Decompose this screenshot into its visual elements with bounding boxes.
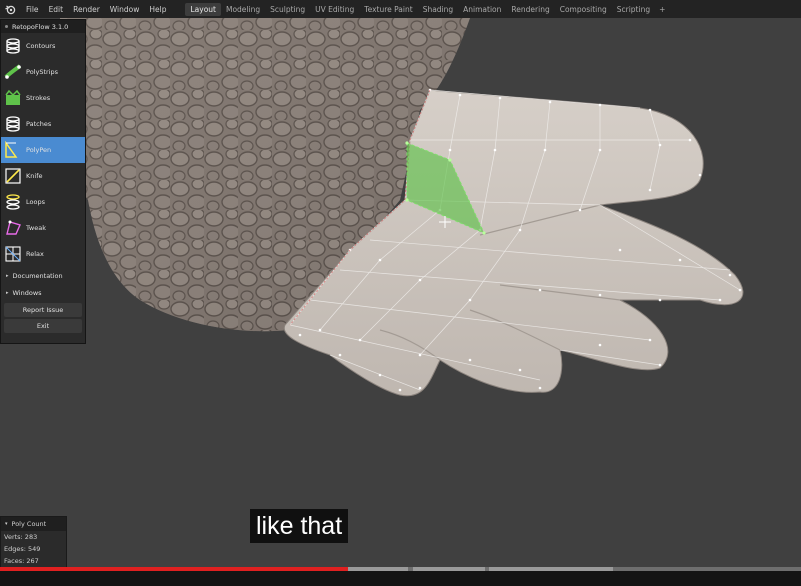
tool-label: Loops <box>26 198 45 206</box>
section-label: Documentation <box>12 271 63 280</box>
tab-sculpting[interactable]: Sculpting <box>265 3 310 16</box>
collapse-triangle-icon: ▾ <box>5 521 8 527</box>
3d-viewport[interactable] <box>0 18 801 570</box>
tool-label: Knife <box>26 172 43 180</box>
section-windows[interactable]: ▸ Windows <box>1 284 85 301</box>
main-menu: File Edit Render Window Help <box>21 5 171 14</box>
menu-help[interactable]: Help <box>144 5 171 14</box>
video-caption: like that <box>250 509 349 543</box>
relax-icon <box>4 245 22 263</box>
contours-icon <box>4 37 22 55</box>
menu-edit[interactable]: Edit <box>44 5 69 14</box>
tab-scripting[interactable]: Scripting <box>612 3 655 16</box>
tool-label: Relax <box>26 250 44 258</box>
tool-polypen[interactable]: PolyPen <box>1 137 85 163</box>
tool-relax[interactable]: Relax <box>1 241 85 267</box>
tool-contours[interactable]: Contours <box>1 33 85 59</box>
tab-animation[interactable]: Animation <box>458 3 506 16</box>
tab-modeling[interactable]: Modeling <box>221 3 265 16</box>
menu-file[interactable]: File <box>21 5 44 14</box>
section-documentation[interactable]: ▸ Documentation <box>1 267 85 284</box>
blender-logo-icon[interactable] <box>4 3 16 15</box>
poly-count-title-text: Poly Count <box>11 520 47 528</box>
poly-count-title[interactable]: ▾ Poly Count <box>1 517 66 531</box>
tweak-icon <box>4 219 22 237</box>
tool-knife[interactable]: Knife <box>1 163 85 189</box>
retopoflow-panel: RetopoFlow 3.1.0 Contours PolyStrips Strok… <box>0 19 86 344</box>
retopoflow-title-text: RetopoFlow 3.1.0 <box>12 22 69 31</box>
tool-loops[interactable]: Loops <box>1 189 85 215</box>
polystrips-icon <box>4 63 22 81</box>
panel-dot-icon <box>5 25 8 28</box>
tab-uv-editing[interactable]: UV Editing <box>310 3 359 16</box>
tab-texture-paint[interactable]: Texture Paint <box>359 3 417 16</box>
tab-rendering[interactable]: Rendering <box>506 3 554 16</box>
exit-button[interactable]: Exit <box>4 319 82 333</box>
tool-label: Contours <box>26 42 56 50</box>
poly-count-row: Verts: 283 <box>4 533 38 541</box>
menu-window[interactable]: Window <box>105 5 145 14</box>
tool-polystrips[interactable]: PolyStrips <box>1 59 85 85</box>
panel-sections: ▸ Documentation ▸ Windows <box>1 267 85 301</box>
video-controls-bar <box>0 571 801 586</box>
top-bar: File Edit Render Window Help Layout Modeling S… <box>0 0 801 18</box>
poly-count-rows: Verts: 283 Edges: 549 Faces: 267 <box>1 531 66 567</box>
tab-layout[interactable]: Layout <box>185 2 221 16</box>
section-label: Windows <box>12 288 42 297</box>
tool-tweak[interactable]: Tweak <box>1 215 85 241</box>
plus-icon[interactable]: + <box>655 5 669 14</box>
tab-compositing[interactable]: Compositing <box>555 3 612 16</box>
expand-triangle-icon: ▸ <box>6 289 9 296</box>
tool-label: Strokes <box>26 94 51 102</box>
panel-buttons: Report Issue Exit <box>1 303 85 333</box>
polypen-icon <box>4 140 22 159</box>
tool-label: PolyStrips <box>26 68 58 76</box>
tool-label: PolyPen <box>26 146 52 154</box>
menu-render[interactable]: Render <box>68 5 105 14</box>
tab-shading[interactable]: Shading <box>418 3 458 16</box>
tool-label: Tweak <box>26 224 46 232</box>
retopoflow-title: RetopoFlow 3.1.0 <box>1 20 85 33</box>
tool-label: Patches <box>26 120 52 128</box>
knife-icon <box>4 167 22 185</box>
poly-count-row: Faces: 267 <box>4 557 39 565</box>
tool-list: Contours PolyStrips Strokes Patches PolyPen K… <box>1 33 85 267</box>
poly-count-panel: ▾ Poly Count Verts: 283 Edges: 549 Faces: … <box>0 516 67 570</box>
poly-count-row: Edges: 549 <box>4 545 41 553</box>
tool-patches[interactable]: Patches <box>1 111 85 137</box>
report-issue-button[interactable]: Report Issue <box>4 303 82 317</box>
tool-strokes[interactable]: Strokes <box>1 85 85 111</box>
strokes-icon <box>4 89 22 107</box>
expand-triangle-icon: ▸ <box>6 272 9 279</box>
workspace-tabs: Layout Modeling Sculpting UV Editing Texture… <box>185 2 669 16</box>
patches-icon <box>4 115 22 133</box>
loops-icon <box>4 193 22 211</box>
